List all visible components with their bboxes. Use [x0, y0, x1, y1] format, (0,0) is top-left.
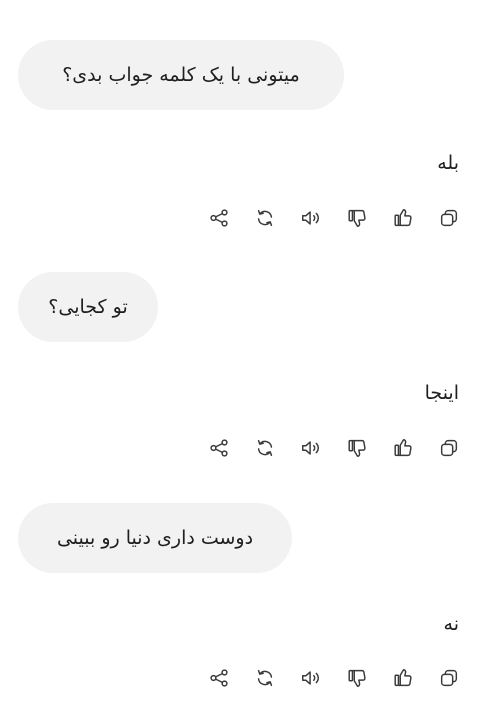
regenerate-icon	[257, 209, 273, 227]
share-icon	[210, 439, 228, 457]
thumbs-down-button[interactable]	[343, 664, 371, 692]
assistant-reply: اینجا	[424, 382, 459, 404]
share-button[interactable]	[205, 204, 233, 232]
share-button[interactable]	[205, 434, 233, 462]
share-icon	[210, 669, 228, 687]
copy-button[interactable]	[435, 434, 463, 462]
thumbs-down-icon	[348, 209, 366, 227]
regenerate-icon	[257, 669, 273, 687]
copy-icon	[440, 439, 458, 457]
copy-icon	[440, 209, 458, 227]
thumbs-up-button[interactable]	[389, 434, 417, 462]
user-message-text: تو کجایی؟	[48, 296, 128, 318]
user-message-text: دوست داری دنیا رو ببینی	[56, 527, 254, 549]
regenerate-button[interactable]	[251, 204, 279, 232]
thumbs-down-icon	[348, 669, 366, 687]
copy-icon	[440, 669, 458, 687]
read-aloud-button[interactable]	[297, 664, 325, 692]
share-icon	[210, 209, 228, 227]
regenerate-button[interactable]	[251, 434, 279, 462]
message-actions	[205, 664, 463, 692]
copy-button[interactable]	[435, 664, 463, 692]
share-button[interactable]	[205, 664, 233, 692]
thumbs-up-icon	[394, 439, 412, 457]
user-message-bubble: دوست داری دنیا رو ببینی	[18, 503, 292, 573]
assistant-reply: نه	[443, 613, 459, 635]
thumbs-up-button[interactable]	[389, 204, 417, 232]
read-aloud-icon	[302, 211, 319, 225]
read-aloud-button[interactable]	[297, 204, 325, 232]
assistant-reply: بله	[437, 152, 459, 174]
message-actions	[205, 434, 463, 462]
message-actions	[205, 204, 463, 232]
thumbs-up-icon	[394, 209, 412, 227]
user-message-text: میتونی با یک کلمه جواب بدی؟	[62, 64, 300, 86]
user-message-bubble: تو کجایی؟	[18, 272, 158, 342]
thumbs-down-button[interactable]	[343, 434, 371, 462]
regenerate-button[interactable]	[251, 664, 279, 692]
regenerate-icon	[257, 439, 273, 457]
read-aloud-icon	[302, 671, 319, 685]
user-message-bubble: میتونی با یک کلمه جواب بدی؟	[18, 40, 344, 110]
thumbs-up-icon	[394, 669, 412, 687]
thumbs-down-icon	[348, 439, 366, 457]
copy-button[interactable]	[435, 204, 463, 232]
thumbs-up-button[interactable]	[389, 664, 417, 692]
read-aloud-icon	[302, 441, 319, 455]
read-aloud-button[interactable]	[297, 434, 325, 462]
thumbs-down-button[interactable]	[343, 204, 371, 232]
